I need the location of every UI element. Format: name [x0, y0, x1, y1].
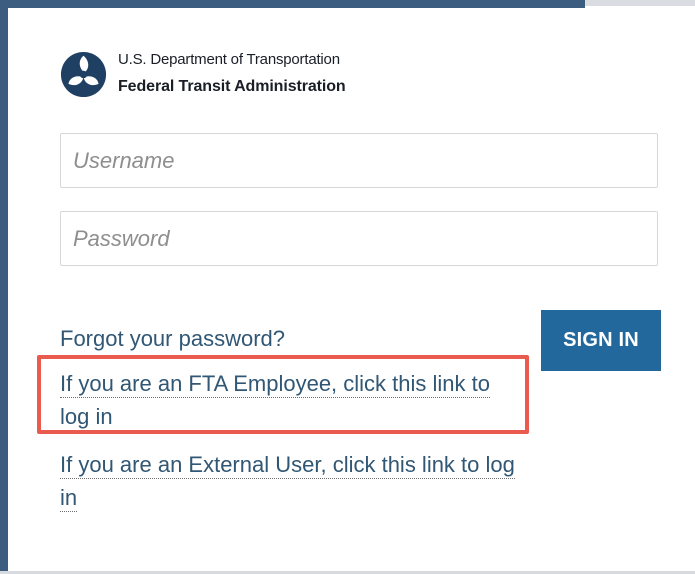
- top-right-strip: [585, 0, 695, 6]
- login-panel: U.S. Department of Transportation Federa…: [8, 8, 695, 571]
- password-field[interactable]: [60, 211, 658, 266]
- dot-logo-icon: [60, 51, 107, 98]
- department-name: U.S. Department of Transportation: [118, 51, 340, 68]
- top-frame-border: [0, 0, 585, 8]
- fta-employee-login-text: If you are an FTA Employee, click this l…: [60, 371, 490, 431]
- fta-employee-login-link[interactable]: If you are an FTA Employee, click this l…: [60, 367, 520, 433]
- forgot-password-link[interactable]: Forgot your password?: [60, 322, 285, 356]
- agency-name: Federal Transit Administration: [118, 78, 346, 95]
- login-page: U.S. Department of Transportation Federa…: [0, 0, 695, 574]
- external-user-login-link[interactable]: If you are an External User, click this …: [60, 448, 520, 514]
- username-field[interactable]: [60, 133, 658, 188]
- sign-in-button[interactable]: SIGN IN: [541, 310, 661, 371]
- dot-fta-logo: U.S. Department of Transportation Federa…: [60, 43, 420, 105]
- left-frame-border: [0, 0, 8, 574]
- external-user-login-text: If you are an External User, click this …: [60, 452, 515, 512]
